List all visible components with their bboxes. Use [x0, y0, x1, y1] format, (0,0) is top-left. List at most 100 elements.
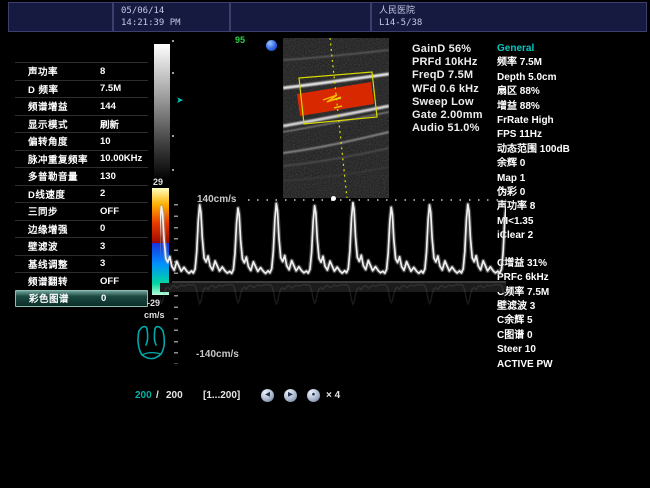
stop-frame-button[interactable]: ●: [307, 389, 320, 402]
param-row[interactable]: D 频率 7.5M: [15, 80, 148, 98]
spectral-trace: [160, 203, 506, 274]
title-bar: 05/06/14 14:21:39 PM 人民医院 L14-5/38: [8, 2, 647, 32]
frame-range: [1...200]: [203, 390, 240, 401]
status-line: MI<1.35: [497, 215, 647, 229]
color-scale-max: 29: [153, 177, 163, 187]
doppler-param-line: GainD 56%: [412, 43, 483, 56]
status-line: PRFc 6kHz: [497, 271, 647, 285]
status-line: Depth 5.0cm: [497, 71, 647, 85]
spectral-trace-glow: [160, 203, 506, 274]
param-row[interactable]: 频谱增益 144: [15, 97, 148, 115]
param-row[interactable]: 显示模式 刷新: [15, 115, 148, 133]
probe-model: L14-5/38: [372, 17, 646, 29]
param-label: D 频率: [15, 82, 59, 96]
status-line: C图谱 0: [497, 329, 647, 343]
focus-arrow-icon[interactable]: ➤: [176, 96, 184, 105]
param-row[interactable]: 边缘增强 0: [15, 220, 148, 238]
right-panel-header: General: [497, 42, 647, 56]
param-value: 10.00KHz: [100, 153, 142, 164]
param-label: 频谱增益: [15, 99, 68, 113]
depth-marker: [172, 135, 174, 137]
velocity-scale-min: -140cm/s: [196, 349, 239, 360]
param-value: 130: [100, 171, 116, 182]
depth-marker: [172, 40, 174, 42]
status-line: 扇区 88%: [497, 85, 647, 99]
param-row[interactable]: 声功率 8: [15, 62, 148, 80]
stop-icon: ●: [312, 392, 316, 399]
status-line: iClear 2: [497, 229, 647, 243]
param-value: 144: [100, 101, 116, 112]
param-label: 脉冲重复频率: [15, 152, 88, 166]
ultrasound-screen: 05/06/14 14:21:39 PM 人民医院 L14-5/38 声功率 8 D…: [0, 0, 650, 488]
param-value: 10: [100, 136, 111, 147]
param-value: OFF: [100, 276, 119, 287]
param-value: 刷新: [100, 117, 119, 131]
playback-speed: × 4: [326, 390, 340, 401]
status-line: 动态范围 100dB: [497, 143, 647, 157]
param-label: D线速度: [15, 187, 65, 201]
status-line: Steer 10: [497, 343, 647, 357]
spectral-waveform[interactable]: [160, 196, 506, 372]
param-row[interactable]: 频谱翻转OFF: [15, 272, 148, 290]
status-line: 增益 88%: [497, 100, 647, 114]
param-label: 壁滤波: [15, 239, 58, 253]
param-row[interactable]: 三同步OFF: [15, 202, 148, 220]
depth-marker: [172, 72, 174, 74]
date-text: 05/06/14: [114, 3, 229, 17]
doppler-param-line: FreqD 7.5M: [412, 69, 483, 82]
current-frame: 200: [135, 390, 152, 401]
param-value: 7.5M: [100, 83, 121, 94]
datetime-box: 05/06/14 14:21:39 PM: [113, 2, 230, 32]
param-label: 三同步: [15, 204, 58, 218]
param-row[interactable]: D线速度2: [15, 185, 148, 203]
status-line: FrRate High: [497, 114, 647, 128]
left-parameter-panel: 声功率 8 D 频率 7.5M 频谱增益 144 显示模式 刷新偏转角度 10 脉冲重复频率 10.…: [15, 62, 148, 307]
param-row[interactable]: 基线调整3: [15, 255, 148, 273]
prev-frame-button[interactable]: ◀: [261, 389, 274, 402]
below-baseline-noise: [160, 283, 506, 292]
titlebar-box-blank-left: [8, 2, 113, 32]
param-value: 3: [100, 241, 105, 252]
status-line: 频率 7.5M: [497, 56, 647, 70]
param-row[interactable]: 脉冲重复频率 10.00KHz: [15, 150, 148, 168]
b-mode-status-group: 频率 7.5MDepth 5.0cm扇区 88%增益 88%FrRate Hig…: [497, 56, 647, 243]
status-line: C频率 7.5M: [497, 286, 647, 300]
total-frames: 200: [166, 390, 183, 401]
doppler-param-line: Sweep Low: [412, 96, 483, 109]
focus-ball-icon: [266, 40, 277, 51]
param-label: 彩色图谱: [16, 291, 69, 305]
frame-separator: /: [156, 390, 159, 401]
status-line: C余辉 5: [497, 314, 647, 328]
param-value: 0: [100, 223, 105, 234]
next-frame-icon: ▶: [288, 392, 293, 399]
doppler-param-line: Audio 51.0%: [412, 122, 483, 135]
status-line: 余辉 0: [497, 157, 647, 171]
param-value: 8: [100, 66, 105, 77]
right-status-panel: General 频率 7.5MDepth 5.0cm扇区 88%增益 88%Fr…: [497, 42, 647, 372]
doppler-param-line: Gate 2.00mm: [412, 109, 483, 122]
status-line: FPS 11Hz: [497, 128, 647, 142]
param-label: 声功率: [15, 64, 58, 78]
color-mode-status-group: C增益 31%PRFc 6kHzC频率 7.5M壁滤波 3C余辉 5C图谱 0S…: [497, 257, 647, 372]
status-line: 声功率 8: [497, 200, 647, 214]
param-row[interactable]: 多普勒音量 130: [15, 167, 148, 185]
param-row[interactable]: 偏转角度 10: [15, 132, 148, 150]
status-line: 伪彩 0: [497, 186, 647, 200]
hospital-name: 人民医院: [372, 3, 646, 17]
param-row[interactable]: 彩色图谱0: [15, 290, 148, 308]
doppler-parameter-overlay: GainD 56%PRFd 10kHzFreqD 7.5MWFd 0.6 kHz…: [412, 43, 483, 135]
b-mode-image[interactable]: [283, 38, 389, 198]
doppler-param-line: PRFd 10kHz: [412, 56, 483, 69]
color-scale-min: -29: [147, 298, 160, 308]
prev-frame-icon: ◀: [265, 392, 270, 399]
play-frame-button[interactable]: ▶: [284, 389, 297, 402]
b-gain-value: 95: [235, 35, 245, 45]
time-text: 14:21:39 PM: [114, 17, 229, 29]
param-label: 显示模式: [15, 117, 68, 131]
param-row[interactable]: 壁滤波 3: [15, 237, 148, 255]
depth-marker: [172, 169, 174, 171]
param-label: 偏转角度: [15, 134, 68, 148]
param-label: 基线调整: [15, 257, 68, 271]
param-label: 多普勒音量: [15, 169, 78, 183]
param-label: 边缘增强: [15, 222, 68, 236]
